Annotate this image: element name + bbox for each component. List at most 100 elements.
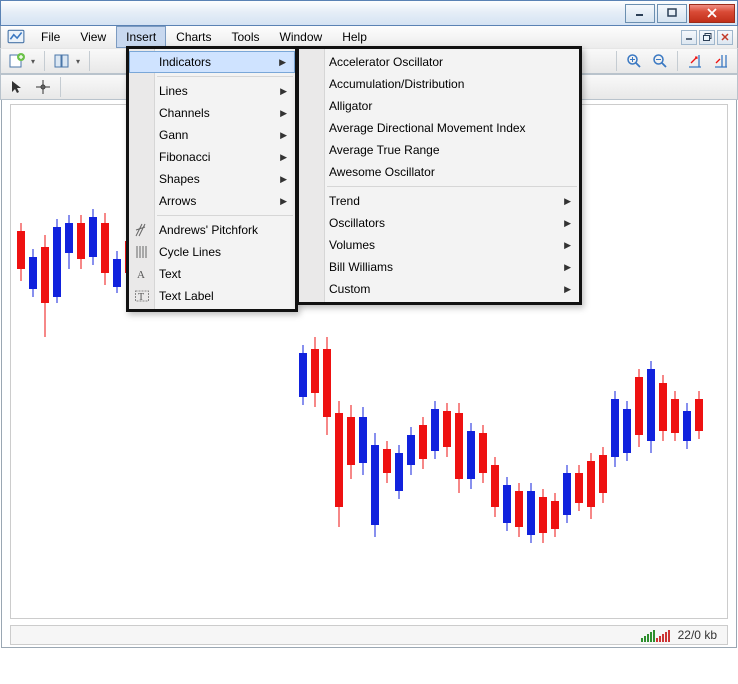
menu-window[interactable]: Window [270,26,333,48]
indicator-custom[interactable]: Custom▶ [299,278,579,300]
menu-item-label: Accelerator Oscillator [329,55,443,69]
indicator-awesome-oscillator[interactable]: Awesome Oscillator [299,161,579,183]
candle [671,391,679,441]
chart-shift-button[interactable] [709,50,733,72]
submenu-arrow-icon: ▶ [280,130,287,141]
indicator-average-true-range[interactable]: Average True Range [299,139,579,161]
window-close-button[interactable] [689,4,735,23]
menu-item-label: Average True Range [329,143,440,157]
insert-cycle-lines[interactable]: Cycle Lines [129,241,295,263]
indicator-average-directional-movement-index[interactable]: Average Directional Movement Index [299,117,579,139]
submenu-arrow-icon: ▶ [564,240,571,251]
menu-item-label: Oscillators [329,216,385,230]
indicator-accelerator-oscillator[interactable]: Accelerator Oscillator [299,51,579,73]
candle [311,337,319,407]
indicator-alligator[interactable]: Alligator [299,95,579,117]
menu-file[interactable]: File [31,26,70,48]
mdi-restore-button[interactable] [699,30,715,45]
window-minimize-button[interactable] [625,4,655,23]
candle [359,407,367,475]
submenu-arrow-icon: ▶ [280,86,287,97]
menu-item-label: Text Label [159,289,214,303]
insert-channels[interactable]: Channels ▶ [129,102,295,124]
menu-item-label: Channels [159,106,210,120]
menu-item-label: Trend [329,194,360,208]
menu-item-label: Cycle Lines [159,245,221,259]
mdi-window-controls [681,26,737,48]
submenu-arrow-icon: ▶ [280,108,287,119]
insert-gann[interactable]: Gann ▶ [129,124,295,146]
menu-insert[interactable]: Insert [116,26,166,48]
candle [371,433,379,537]
candle [563,465,571,523]
candle [587,453,595,519]
candle [29,249,37,297]
cursor-button[interactable] [5,76,29,98]
menu-item-label: Gann [159,128,188,142]
candle [65,215,73,269]
menu-item-label: Average Directional Movement Index [329,121,526,135]
scroll-to-end-button[interactable] [683,50,707,72]
indicator-volumes[interactable]: Volumes ▶ [299,234,579,256]
menu-item-label: Custom [329,282,370,296]
insert-arrows[interactable]: Arrows▶ [129,190,295,212]
menu-item-label: Alligator [329,99,372,113]
insert-indicators[interactable]: Indicators▶ [129,51,295,73]
insert-menu: Indicators▶ Lines ▶ Channels ▶ Gann ▶ Fibonacci… [126,46,298,312]
new-chart-button[interactable] [5,50,29,72]
window-titlebar [0,0,738,26]
candle [299,345,307,405]
menu-item-label: Lines [159,84,188,98]
indicator-accumulation-distribution[interactable]: Accumulation/Distribution [299,73,579,95]
profiles-button[interactable] [50,50,74,72]
pitchfork-icon [133,221,151,239]
candle [347,405,355,479]
insert-lines[interactable]: Lines ▶ [129,80,295,102]
candle [695,391,703,439]
candle [335,401,343,527]
candle [659,375,667,441]
new-chart-dropdown[interactable]: ▾ [31,57,39,66]
menu-charts[interactable]: Charts [166,26,221,48]
zoom-in-button[interactable] [622,50,646,72]
crosshair-button[interactable] [31,76,55,98]
text-label-icon: T [133,287,151,305]
window-maximize-button[interactable] [657,4,687,23]
cycle-lines-icon [133,243,151,261]
menu-help[interactable]: Help [332,26,377,48]
candle [431,401,439,459]
insert-shapes[interactable]: Shapes▶ [129,168,295,190]
indicator-trend[interactable]: Trend▶ [299,190,579,212]
insert-fibonacci[interactable]: Fibonacci▶ [129,146,295,168]
connection-bars-icon [641,628,670,642]
insert-text[interactable]: AText [129,263,295,285]
indicator-bill-williams[interactable]: Bill Williams▶ [299,256,579,278]
menu-view[interactable]: View [70,26,116,48]
menubar: FileViewInsertChartsToolsWindowHelp [0,26,738,48]
profiles-dropdown[interactable]: ▾ [76,57,84,66]
menu-tools[interactable]: Tools [222,26,270,48]
candle [611,391,619,467]
candle [53,219,61,303]
candle [623,401,631,461]
candle [503,477,511,531]
menu-item-label: Bill Williams [329,260,393,274]
zoom-out-button[interactable] [648,50,672,72]
menu-item-label: Text [159,267,181,281]
menu-item-label: Andrews' Pitchfork [159,223,258,237]
app-icon [7,28,25,46]
submenu-arrow-icon: ▶ [280,196,287,207]
candle [77,215,85,269]
mdi-close-button[interactable] [717,30,733,45]
menu-item-label: Volumes [329,238,375,252]
candle [89,209,97,265]
insert-andrews-pitchfork[interactable]: Andrews' Pitchfork [129,219,295,241]
mdi-minimize-button[interactable] [681,30,697,45]
candle [539,489,547,543]
indicator-oscillators[interactable]: Oscillators▶ [299,212,579,234]
candle [17,223,25,281]
candle [599,447,607,503]
insert-text-label[interactable]: T Text Label [129,285,295,307]
candle [479,425,487,483]
candle [467,423,475,489]
